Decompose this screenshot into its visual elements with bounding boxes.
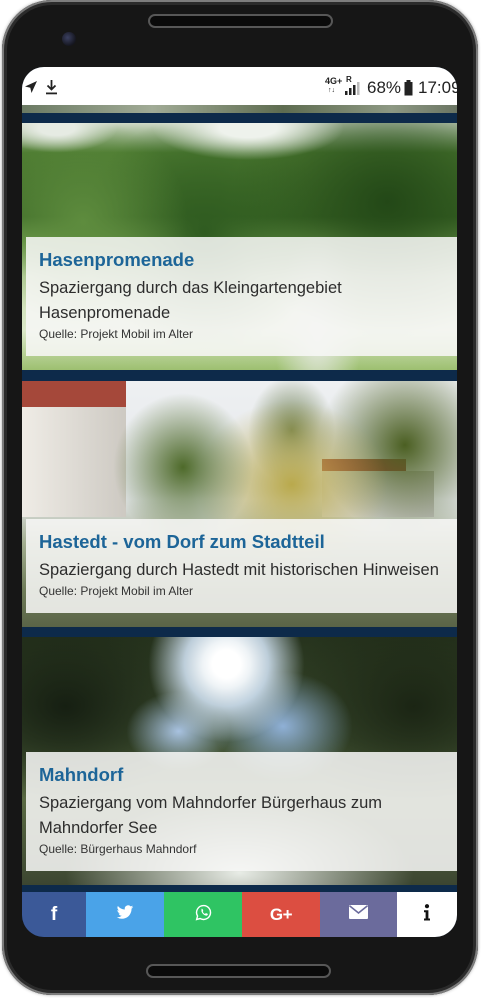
front-camera: [62, 32, 76, 46]
walk-info-panel: Hastedt - vom Dorf zum Stadtteil Spazier…: [26, 519, 457, 613]
battery-icon: [404, 80, 413, 96]
walk-card[interactable]: Hastedt - vom Dorf zum Stadtteil Spazier…: [22, 381, 457, 627]
walk-list: Hasenpromenade Spaziergang durch das Kle…: [22, 105, 457, 885]
walk-card[interactable]: Hasenpromenade Spaziergang durch das Kle…: [22, 123, 457, 370]
signal-icon: [345, 81, 361, 95]
share-bar: f G+: [22, 892, 457, 937]
walk-info-panel: Hasenpromenade Spaziergang durch das Kle…: [26, 237, 457, 356]
share-whatsapp-button[interactable]: [164, 892, 242, 937]
walk-description: Spaziergang durch Hastedt mit historisch…: [39, 561, 439, 579]
bottom-speaker: [146, 964, 331, 978]
walk-card[interactable]: Mahndorf Spaziergang vom Mahndorfer Bürg…: [22, 637, 457, 885]
share-facebook-button[interactable]: f: [22, 892, 86, 937]
previous-walk-photo[interactable]: [22, 105, 457, 113]
location-icon: [24, 80, 38, 94]
share-email-button[interactable]: [320, 892, 397, 937]
data-activity-icon: ↑↓: [328, 87, 335, 94]
twitter-icon: [116, 904, 134, 925]
battery-percent: 68%: [367, 78, 402, 97]
google-plus-icon: G+: [269, 904, 293, 924]
walk-description: Spaziergang vom Mahndorfer Bürgerhaus zu…: [39, 794, 383, 837]
info-icon: [423, 903, 431, 926]
whatsapp-icon: [195, 904, 212, 926]
network-type: 4G+: [325, 76, 343, 86]
info-button[interactable]: [397, 892, 457, 937]
share-google-plus-button[interactable]: G+: [242, 892, 320, 937]
walk-info-panel: Mahndorf Spaziergang vom Mahndorfer Bürg…: [26, 752, 457, 871]
status-bar: 4G+ ↑↓ R 68% 17:09: [22, 67, 457, 105]
walk-source: Quelle: Projekt Mobil im Alter: [39, 327, 194, 341]
facebook-icon: f: [50, 903, 58, 925]
walk-title[interactable]: Hasenpromenade: [39, 247, 451, 273]
walk-source: Quelle: Projekt Mobil im Alter: [39, 584, 194, 598]
screen: 4G+ ↑↓ R 68% 17:09 Hasenpromenade Spazie…: [22, 67, 457, 937]
clock: 17:09: [418, 78, 457, 97]
divider: [22, 370, 457, 381]
earpiece-speaker: [148, 14, 333, 28]
share-twitter-button[interactable]: [86, 892, 164, 937]
divider: [22, 113, 457, 123]
divider: [22, 627, 457, 637]
walk-source: Quelle: Bürgerhaus Mahndorf: [39, 842, 197, 856]
walk-title[interactable]: Hastedt - vom Dorf zum Stadtteil: [39, 529, 451, 555]
walk-title[interactable]: Mahndorf: [39, 762, 451, 788]
email-icon: [349, 905, 368, 924]
walk-description: Spaziergang durch das Kleingartengebiet …: [39, 279, 342, 322]
download-icon: [45, 79, 58, 95]
